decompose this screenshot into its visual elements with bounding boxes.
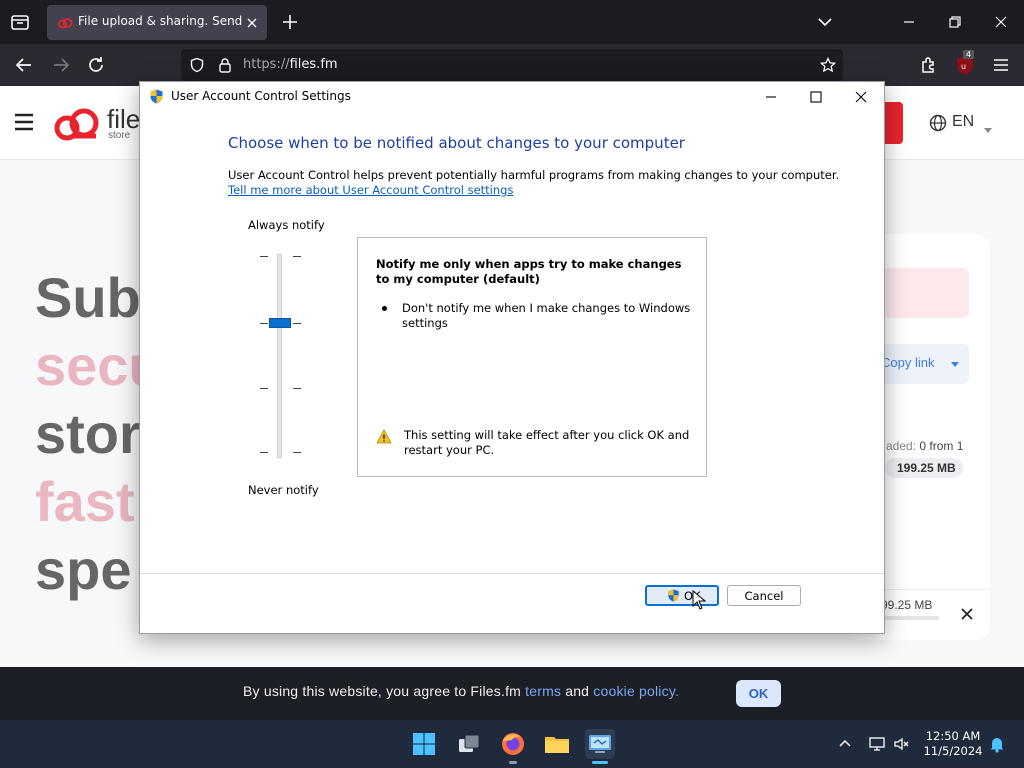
reload-icon[interactable] [85,54,107,76]
dialog-footer: OK Cancel [140,573,884,633]
learn-more-link[interactable]: Tell me more about User Account Control … [228,183,513,197]
close-icon[interactable] [961,605,973,620]
ublock-count-badge: 4 [963,50,975,59]
slider-tick [293,323,301,324]
files-fm-favicon-icon [57,15,73,31]
uac-shield-icon [667,589,680,602]
running-indicator [509,761,517,764]
files-fm-logo[interactable]: file store [52,104,142,144]
chevron-up-icon[interactable] [836,735,854,753]
windows-taskbar: 12:50 AM 11/5/2024 [0,720,1024,768]
chevron-down-icon [951,362,959,367]
firefox-icon[interactable] [498,729,528,759]
setting-warning: This setting will take effect after you … [404,428,690,457]
file-explorer-icon[interactable] [542,729,572,759]
clock-date: 11/5/2024 [923,744,983,758]
browser-tab-bar: File upload & sharing. Send large files [0,0,1024,44]
system-clock[interactable]: 12:50 AM 11/5/2024 [918,729,988,759]
dialog-title: User Account Control Settings [171,89,351,103]
language-selector[interactable]: EN [952,113,974,131]
bookmark-star-icon[interactable] [819,56,837,73]
tab-list-icon[interactable] [8,10,32,34]
setting-title: Notify me only when apps try to make cha… [376,257,682,286]
copy-link-label: Copy link [881,355,935,370]
extensions-puzzle-icon[interactable] [918,54,940,76]
url-bar[interactable]: https://files.fm [181,49,843,81]
dialog-maximize-icon[interactable] [806,87,826,107]
cookie-ok-button[interactable]: OK [736,680,781,707]
menu-hamburger-icon[interactable] [990,54,1012,76]
terms-link[interactable]: terms [525,683,561,699]
network-icon[interactable] [868,735,886,753]
slider-track[interactable] [277,254,282,458]
uac-shield-icon [149,89,164,104]
restore-window-icon[interactable] [945,12,965,32]
ok-button[interactable]: OK [645,585,719,606]
mouse-cursor-icon [692,589,707,610]
dialog-title-bar[interactable]: User Account Control Settings [140,82,884,111]
active-indicator [592,761,608,764]
slider-tick [293,452,301,453]
cookie-text: By using this website, you agree to File… [243,683,680,699]
copy-link-button[interactable]: Copy link [873,344,969,384]
slider-tick [260,452,268,453]
minimize-window-icon[interactable] [899,12,919,32]
slider-tick [260,388,268,389]
dialog-description: User Account Control helps prevent poten… [228,168,840,182]
close-window-icon[interactable] [991,12,1011,32]
setting-description-box: Notify me only when apps try to make cha… [357,237,707,477]
always-notify-label: Always notify [248,218,325,232]
slider-thumb[interactable] [269,318,291,328]
slider-tick [293,388,301,389]
cookie-banner: By using this website, you agree to File… [0,667,1024,720]
globe-icon[interactable] [929,114,947,132]
url-text[interactable]: https://files.fm [243,57,338,72]
new-tab-icon[interactable] [280,12,300,32]
file-size: 99.25 MB [881,598,933,612]
cancel-button[interactable]: Cancel [727,585,801,606]
task-view-icon[interactable] [454,729,484,759]
upload-progress-bar [881,616,939,620]
slider-tick [260,323,268,324]
uploaded-count: aded: 0 from 1 [886,439,964,453]
uac-settings-dialog: User Account Control Settings Choose whe… [139,81,885,634]
warning-icon [376,429,392,444]
forward-arrow-icon[interactable] [50,54,72,76]
notification-level-slider[interactable] [258,250,302,460]
list-all-tabs-icon[interactable] [817,14,833,30]
lock-icon[interactable] [218,57,232,73]
upload-error-strip [883,268,969,318]
notification-bell-icon[interactable] [988,735,1006,753]
clock-time: 12:50 AM [925,729,981,743]
control-panel-icon[interactable] [585,729,615,759]
browser-nav-bar: https://files.fm u 4 [0,44,1024,86]
dialog-close-icon[interactable] [851,87,871,107]
total-size-badge: 199.25 MB [885,458,963,478]
setting-bullet: Don't notify me when I make changes to W… [402,301,691,330]
slider-tick [293,256,301,257]
never-notify-label: Never notify [248,483,319,497]
browser-tab[interactable]: File upload & sharing. Send large files [47,5,267,40]
dialog-body: Choose when to be notified about changes… [140,111,884,573]
slider-tick [260,256,268,257]
back-arrow-icon[interactable] [13,54,35,76]
tab-title: File upload & sharing. Send large files [78,14,243,28]
dialog-heading: Choose when to be notified about changes… [228,134,685,152]
tab-close-icon[interactable] [245,15,259,29]
cloud-logo-icon [54,108,99,141]
dialog-minimize-icon[interactable] [761,87,781,107]
windows-start-icon[interactable] [409,729,439,759]
svg-text:u: u [961,62,966,71]
tracking-protection-shield-icon[interactable] [189,57,205,73]
logo-subtitle: store [108,130,131,141]
volume-muted-icon[interactable] [893,735,911,753]
chevron-down-icon[interactable] [984,119,992,133]
bullet-dot [382,306,387,311]
cookie-policy-link[interactable]: cookie policy. [593,683,679,699]
site-menu-icon[interactable] [13,112,35,132]
